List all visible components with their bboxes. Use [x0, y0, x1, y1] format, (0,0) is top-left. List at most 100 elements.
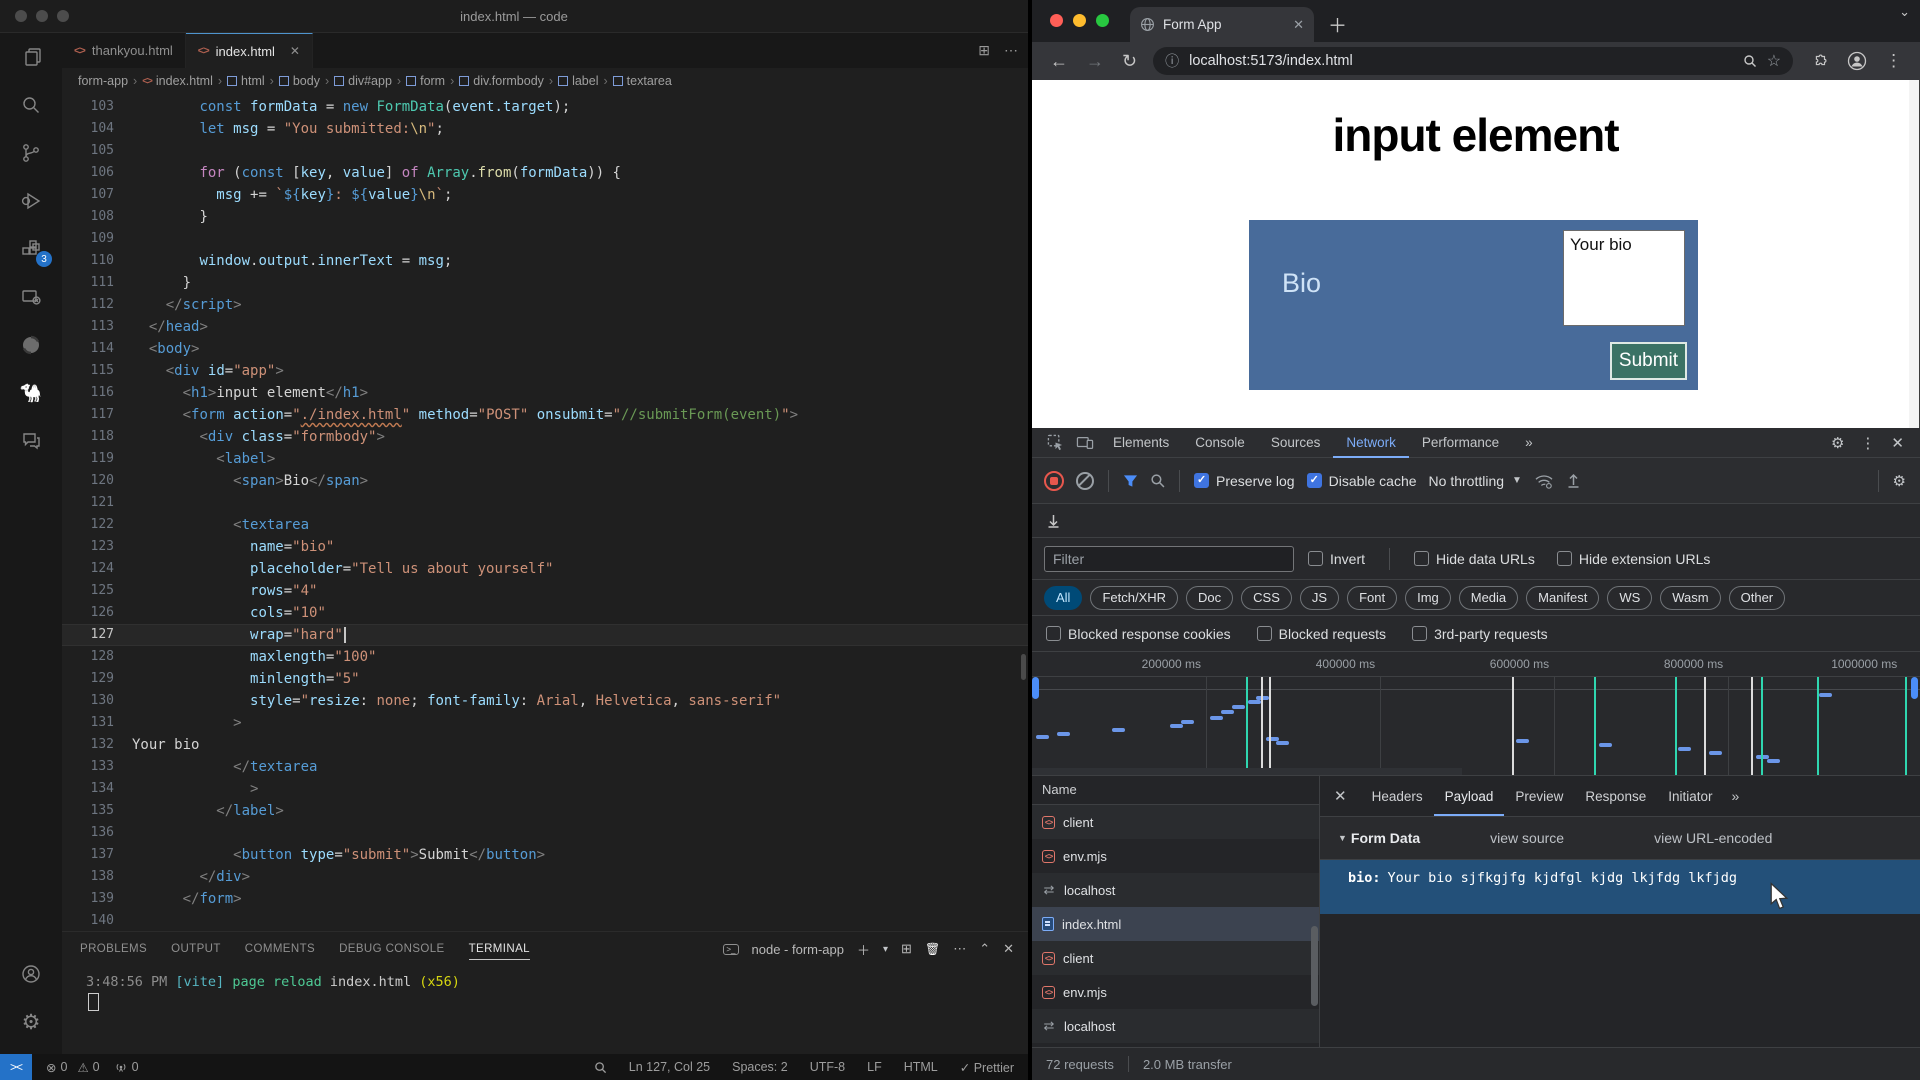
code-line[interactable]: 132 Your bio	[62, 734, 1028, 756]
detail-tab-payload[interactable]: Payload	[1433, 776, 1505, 816]
kill-terminal-icon[interactable]: 🗑	[925, 942, 940, 956]
type-chip-fetch-xhr[interactable]: Fetch/XHR	[1090, 585, 1179, 610]
form-data-section[interactable]: ▼ Form Data view source view URL-encoded	[1320, 817, 1920, 860]
request-row-env-mjs[interactable]: <> env.mjs	[1032, 975, 1319, 1009]
timeline-right-handle[interactable]	[1911, 677, 1918, 699]
cursor-position[interactable]: Ln 127, Col 25	[629, 1060, 710, 1074]
request-row-env-mjs[interactable]: <> env.mjs	[1032, 839, 1319, 873]
terminal-output[interactable]: 3:48:56 PM [vite] page reload index.html…	[62, 966, 1028, 1012]
remote-explorer-icon[interactable]	[0, 273, 62, 321]
code-line[interactable]: 127 wrap="hard"	[62, 624, 1028, 646]
type-chip-css[interactable]: CSS	[1241, 585, 1292, 610]
preserve-log-checkbox[interactable]: Preserve log	[1194, 473, 1295, 489]
throttling-dropdown[interactable]: No throttling ▼	[1429, 473, 1522, 489]
new-tab-button[interactable]: ＋	[1328, 11, 1347, 38]
site-info-icon[interactable]: ⓘ	[1165, 51, 1179, 71]
code-line[interactable]: 114 <body>	[62, 338, 1028, 360]
explorer-icon[interactable]	[0, 33, 62, 81]
code-line[interactable]: 104 let msg = "You submitted:\n";	[62, 118, 1028, 140]
type-chip-other[interactable]: Other	[1728, 585, 1786, 610]
code-line[interactable]: 116 <h1>input element</h1>	[62, 382, 1028, 404]
detail-tab-response[interactable]: Response	[1574, 776, 1657, 816]
code-line[interactable]: 123 name="bio"	[62, 536, 1028, 558]
payload-entry[interactable]: bio: Your bio sjfkgjfg kjdfgl kjdg lkjfd…	[1320, 860, 1920, 914]
tab-overflow-icon[interactable]: ⌄	[1899, 4, 1910, 20]
browser-menu-icon[interactable]: ⋮	[1885, 51, 1902, 71]
close-detail-icon[interactable]: ✕	[1334, 787, 1347, 805]
breadcrumb-item[interactable]: html	[227, 74, 265, 88]
breadcrumb-item[interactable]: form-app	[78, 74, 128, 88]
detail-tab-initiator[interactable]: Initiator	[1657, 776, 1723, 816]
import-har-icon[interactable]	[1566, 473, 1581, 489]
filter-option-invert[interactable]: Invert	[1308, 551, 1365, 567]
panel-tab-output[interactable]: OUTPUT	[171, 943, 221, 955]
filter-option-hide-extension-urls[interactable]: Hide extension URLs	[1556, 551, 1710, 567]
formatter-status[interactable]: ✓ Prettier	[960, 1060, 1014, 1075]
blocked-option-blocked-requests[interactable]: Blocked requests	[1256, 626, 1386, 642]
terminal-process-label[interactable]: node - form-app	[752, 942, 845, 957]
code-line[interactable]: 111 }	[62, 272, 1028, 294]
code-line[interactable]: 131 >	[62, 712, 1028, 734]
request-row-localhost[interactable]: ⇄ localhost	[1032, 1009, 1319, 1043]
code-line[interactable]: 108 }	[62, 206, 1028, 228]
panel-tab-terminal[interactable]: TERMINAL	[468, 943, 530, 960]
devtools-tab-console[interactable]: Console	[1182, 428, 1258, 458]
device-toolbar-icon[interactable]	[1070, 435, 1100, 451]
code-line[interactable]: 107 msg += `${key}: ${value}\n`;	[62, 184, 1028, 206]
tab-index-html[interactable]: <> index.html ✕	[185, 33, 313, 68]
detail-more-tabs-icon[interactable]: »	[1732, 788, 1740, 804]
code-line[interactable]: 124 placeholder="Tell us about yourself"	[62, 558, 1028, 580]
code-line[interactable]: 115 <div id="app">	[62, 360, 1028, 382]
code-line[interactable]: 119 <label>	[62, 448, 1028, 470]
code-line[interactable]: 130 style="resize: none; font-family: Ar…	[62, 690, 1028, 712]
code-line[interactable]: 105	[62, 140, 1028, 162]
status-search-icon[interactable]	[594, 1061, 607, 1074]
devtools-settings-icon[interactable]: ⚙	[1831, 434, 1844, 452]
request-row-localhost[interactable]: ⇄ localhost	[1032, 873, 1319, 907]
timeline-scrollbar[interactable]	[1032, 768, 1462, 775]
terminal-dropdown-icon[interactable]: ▾	[883, 944, 888, 955]
record-network-icon[interactable]	[1044, 470, 1064, 491]
code-line[interactable]: 138 </div>	[62, 866, 1028, 888]
code-line[interactable]: 133 </textarea	[62, 756, 1028, 778]
request-row-client[interactable]: <> client	[1032, 941, 1319, 975]
zoom-indicator-icon[interactable]	[1743, 54, 1757, 68]
breadcrumb-item[interactable]: label	[558, 74, 599, 88]
maximize-panel-icon[interactable]: ⌃	[979, 941, 990, 957]
request-list-scrollbar[interactable]	[1311, 926, 1318, 1006]
code-line[interactable]: 140	[62, 910, 1028, 931]
code-line[interactable]: 135 </label>	[62, 800, 1028, 822]
close-tab-icon[interactable]: ✕	[1293, 17, 1304, 33]
type-chip-img[interactable]: Img	[1405, 585, 1451, 610]
breadcrumb-item[interactable]: form	[406, 74, 445, 88]
code-line[interactable]: 103 const formData = new FormData(event.…	[62, 96, 1028, 118]
breadcrumb-item[interactable]: div#app	[334, 74, 392, 88]
reload-button[interactable]: ↻	[1122, 51, 1137, 72]
panel-tab-debug-console[interactable]: DEBUG CONSOLE	[339, 943, 445, 955]
type-chip-font[interactable]: Font	[1347, 585, 1398, 610]
code-line[interactable]: 122 <textarea	[62, 514, 1028, 536]
code-line[interactable]: 128 maxlength="100"	[62, 646, 1028, 668]
remote-indicator[interactable]: ><	[0, 1054, 33, 1080]
address-bar[interactable]: ⓘ localhost:5173/index.html ☆	[1153, 47, 1794, 75]
type-chip-manifest[interactable]: Manifest	[1526, 585, 1600, 610]
blocked-option-blocked-response-cookies[interactable]: Blocked response cookies	[1046, 626, 1231, 642]
bookmark-star-icon[interactable]: ☆	[1767, 51, 1781, 71]
breadcrumb-item[interactable]: body	[278, 74, 320, 88]
close-window-button[interactable]	[1050, 14, 1063, 27]
extensions-puzzle-icon[interactable]	[1811, 52, 1829, 70]
collapse-triangle-icon[interactable]: ▼	[1338, 833, 1347, 843]
encoding[interactable]: UTF-8	[810, 1060, 845, 1074]
panel-tab-comments[interactable]: COMMENTS	[245, 943, 315, 955]
code-line[interactable]: 117 <form action="./index.html" method="…	[62, 404, 1028, 426]
type-chip-ws[interactable]: WS	[1607, 585, 1653, 610]
submit-button[interactable]: Submit	[1610, 342, 1687, 380]
request-row-index-html[interactable]: index.html	[1032, 907, 1319, 941]
ports-status[interactable]: 0	[114, 1060, 139, 1074]
request-row-client[interactable]: <> client	[1032, 805, 1319, 839]
code-line[interactable]: 125 rows="4"	[62, 580, 1028, 602]
detail-tab-headers[interactable]: Headers	[1361, 776, 1434, 816]
filter-option-hide-data-urls[interactable]: Hide data URLs	[1414, 551, 1535, 567]
view-source-link[interactable]: view source	[1490, 830, 1564, 846]
request-list-header[interactable]: Name	[1032, 776, 1319, 805]
